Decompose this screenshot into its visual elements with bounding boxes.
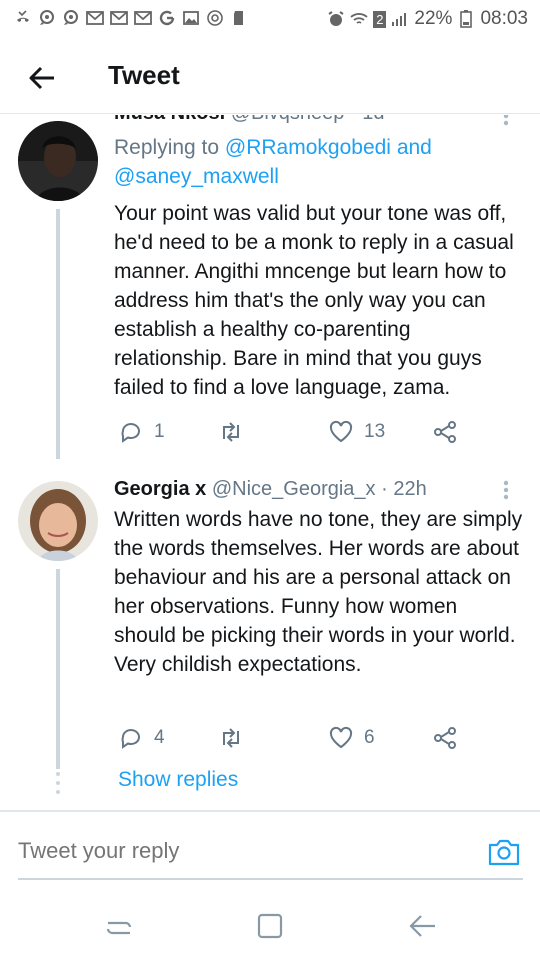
app-bar: Tweet xyxy=(0,38,540,114)
reply-composer xyxy=(0,810,540,882)
show-replies-link[interactable]: Show replies xyxy=(118,768,238,792)
tweet-text: Your point was valid but your tone was o… xyxy=(114,202,514,399)
reply-count: 1 xyxy=(154,421,165,442)
tweet-musa[interactable]: Musa Nkosi @Bivqsheep · 1d Replying to @… xyxy=(0,115,540,459)
sim-number: 2 xyxy=(373,10,387,28)
avatar[interactable] xyxy=(18,121,98,201)
system-icons: 2 22% 08:03 xyxy=(327,8,528,30)
wifi-icon xyxy=(350,10,368,28)
back-arrow-icon xyxy=(409,915,435,937)
home-icon xyxy=(257,913,283,939)
system-nav-bar xyxy=(0,888,540,960)
mention-link[interactable]: @saney_maxwell xyxy=(114,165,279,188)
reply-icon xyxy=(121,729,140,749)
chat-icon xyxy=(62,9,80,27)
tweet-content: Georgia x @Nice_Georgia_x · 22h Written … xyxy=(114,475,524,679)
sd-card-icon xyxy=(230,9,248,27)
like-count: 6 xyxy=(364,727,375,748)
chat-icon xyxy=(38,9,56,27)
more-options-icon[interactable] xyxy=(496,477,516,503)
mention-link[interactable]: @RRamokgobedi xyxy=(225,136,391,159)
gmail-icon xyxy=(86,9,104,27)
replying-prefix: Replying to xyxy=(114,136,220,159)
like-button[interactable]: 13 xyxy=(328,417,385,447)
gallery-icon xyxy=(182,9,200,27)
handle[interactable]: @Nice_Georgia_x xyxy=(212,478,376,500)
tweet-header: Georgia x @Nice_Georgia_x · 22h xyxy=(114,478,427,500)
tweet-georgia[interactable]: Georgia x @Nice_Georgia_x · 22h Written … xyxy=(0,475,540,775)
retweet-button[interactable] xyxy=(218,417,244,447)
recents-icon xyxy=(106,921,132,935)
heart-icon xyxy=(329,420,353,443)
share-button[interactable] xyxy=(432,723,458,753)
share-button[interactable] xyxy=(432,417,458,447)
reply-count: 4 xyxy=(154,727,165,748)
battery-icon xyxy=(457,10,475,28)
gmail-icon xyxy=(134,9,152,27)
reply-button[interactable]: 1 xyxy=(118,417,165,447)
like-count: 13 xyxy=(364,421,386,442)
retweet-icon xyxy=(223,422,239,442)
status-bar: 2 22% 08:03 xyxy=(0,0,540,38)
back-button[interactable] xyxy=(22,58,62,98)
clock: 08:03 xyxy=(480,8,528,29)
tweet-actions: 1 13 xyxy=(114,417,524,447)
reply-button[interactable]: 4 xyxy=(118,723,165,753)
camera-button[interactable] xyxy=(487,836,521,868)
alarm-icon xyxy=(327,10,345,28)
display-name[interactable]: Musa Nkosi xyxy=(114,115,225,124)
reply-icon xyxy=(121,423,140,443)
recents-button[interactable] xyxy=(102,910,136,942)
thread-line xyxy=(56,209,60,459)
input-underline xyxy=(18,878,523,880)
share-icon xyxy=(434,727,456,749)
display-name[interactable]: Georgia x xyxy=(114,478,206,500)
retweet-button[interactable] xyxy=(218,723,244,753)
replying-to: Replying to @RRamokgobedi and @saney_max… xyxy=(114,133,524,191)
share-icon xyxy=(434,421,456,443)
tweet-text: Written words have no tone, they are sim… xyxy=(114,508,523,676)
timestamp: 22h xyxy=(393,478,427,500)
camera-icon xyxy=(488,839,520,866)
heart-icon xyxy=(329,726,353,749)
home-button[interactable] xyxy=(253,910,287,942)
arrow-left-icon xyxy=(29,66,54,90)
timestamp: 1d xyxy=(362,115,384,124)
reply-input[interactable] xyxy=(18,838,448,864)
handle[interactable]: @Bivqsheep xyxy=(231,115,345,124)
missed-call-icon xyxy=(14,9,32,27)
battery-percent: 22% xyxy=(414,8,453,29)
tweet-header: Musa Nkosi @Bivqsheep · 1d xyxy=(114,115,524,127)
page-title: Tweet xyxy=(108,60,180,90)
sync-icon xyxy=(206,9,224,27)
avatar[interactable] xyxy=(18,481,98,561)
retweet-icon xyxy=(223,728,239,748)
google-icon xyxy=(158,9,176,27)
tweet-content: Musa Nkosi @Bivqsheep · 1d Replying to @… xyxy=(114,115,524,402)
thread-line xyxy=(56,569,60,769)
signal-icon xyxy=(391,10,409,28)
back-nav-button[interactable] xyxy=(405,910,439,942)
tweet-thread[interactable]: Musa Nkosi @Bivqsheep · 1d Replying to @… xyxy=(0,115,540,810)
like-button[interactable]: 6 xyxy=(328,723,375,753)
more-options-icon[interactable] xyxy=(496,115,516,129)
gmail-icon xyxy=(110,9,128,27)
mention-and[interactable]: and xyxy=(397,136,432,159)
notification-icons xyxy=(14,9,248,27)
tweet-actions: 4 6 xyxy=(114,723,524,753)
thread-dots xyxy=(56,772,60,794)
